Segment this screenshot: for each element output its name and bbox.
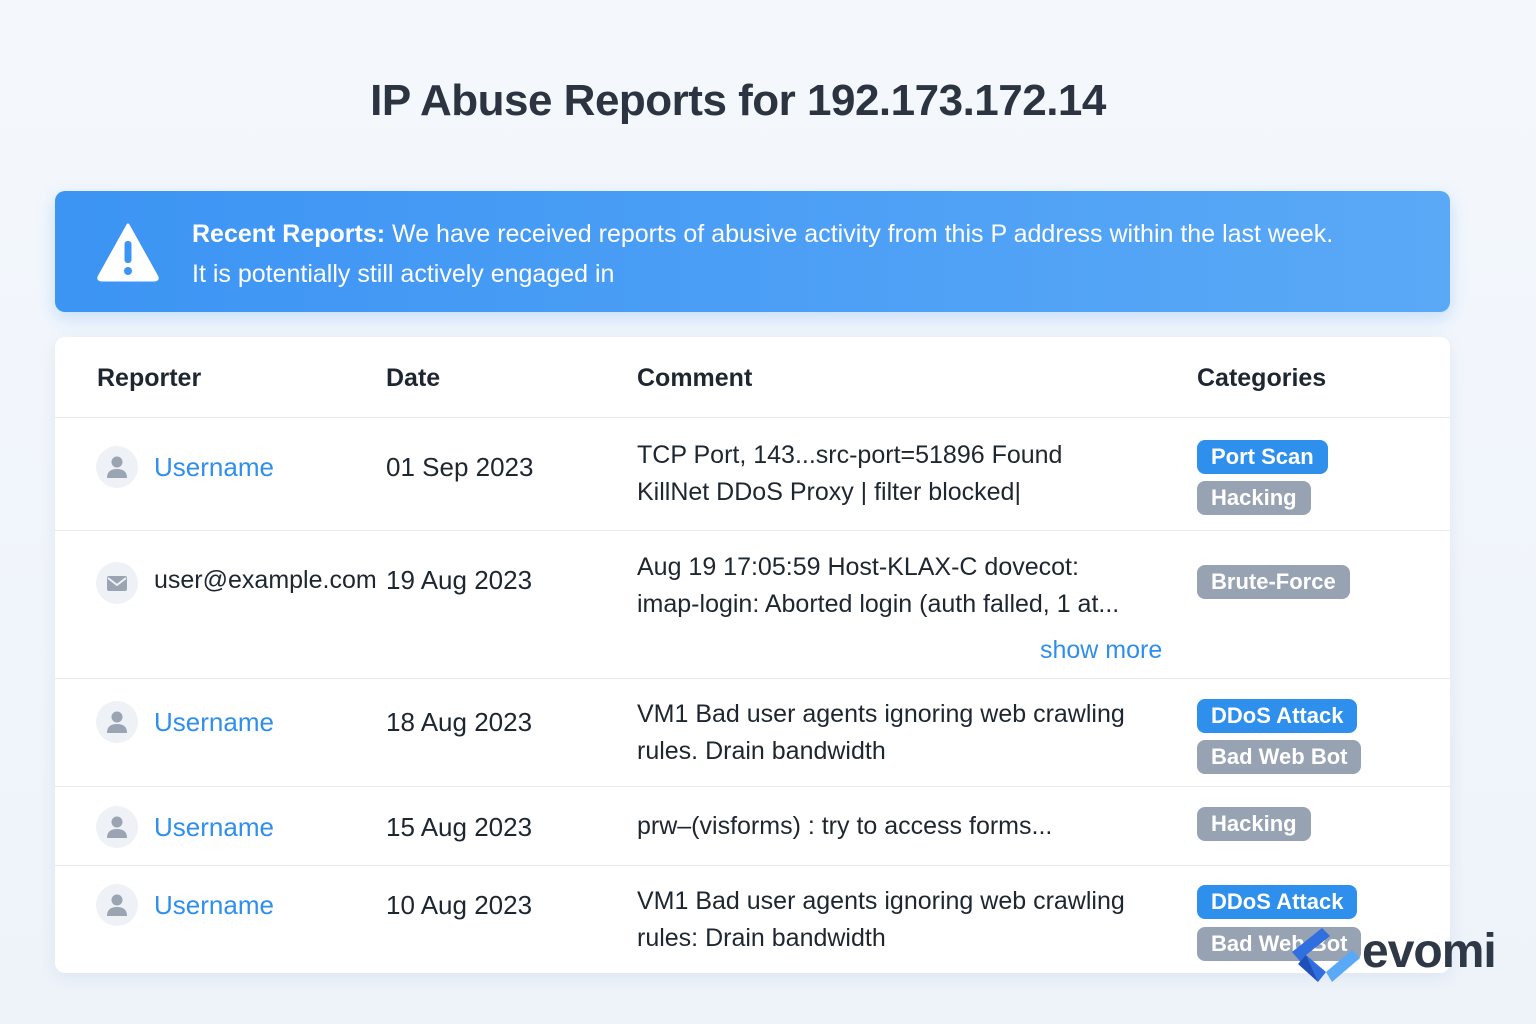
alert-message-line1: We have received reports of abusive acti… xyxy=(392,220,1334,248)
mail-icon xyxy=(96,562,138,604)
comment-line: rules. Drain bandwidth xyxy=(637,737,886,765)
header-comment: Comment xyxy=(637,364,753,392)
report-comment: VM1 Bad user agents ignoring web crawlin… xyxy=(637,883,1177,957)
evomi-brand: evomi xyxy=(1286,922,1516,988)
row-divider xyxy=(55,530,1450,531)
report-date: 19 Aug 2023 xyxy=(386,565,533,595)
evomi-logo-icon xyxy=(1292,928,1360,982)
comment-line: TCP Port, 143...src-port=51896 Found xyxy=(637,441,1063,469)
user-icon xyxy=(96,446,138,488)
header-reporter: Reporter xyxy=(97,364,202,392)
category-badge[interactable]: DDoS Attack xyxy=(1197,699,1358,733)
report-comment: Aug 19 17:05:59 Host-KLAX-C dovecot: ima… xyxy=(637,549,1177,623)
warning-triangle-icon xyxy=(96,221,160,283)
row-divider xyxy=(55,678,1450,679)
report-comment: VM1 Bad user agents ignoring web crawlin… xyxy=(637,696,1177,770)
report-date: 01 Sep 2023 xyxy=(386,452,534,482)
reports-table xyxy=(55,337,1450,973)
user-icon xyxy=(96,884,138,926)
header-date: Date xyxy=(386,364,441,392)
report-comment: prw–(visforms) : try to access forms... xyxy=(637,808,1177,845)
reporter-email: user@example.com xyxy=(154,566,377,594)
category-badge[interactable]: DDoS Attack xyxy=(1197,885,1358,919)
comment-line: VM1 Bad user agents ignoring web crawlin… xyxy=(637,700,1125,728)
category-badge[interactable]: Port Scan xyxy=(1197,440,1328,474)
comment-line: imap-login: Aborted login (auth falled, … xyxy=(637,590,1120,618)
reporter-link[interactable]: Username xyxy=(154,707,274,738)
alert-message: Recent Reports: We have received reports… xyxy=(192,214,1422,294)
report-comment: TCP Port, 143...src-port=51896 Found Kil… xyxy=(637,437,1177,511)
brand-name: evomi xyxy=(1362,925,1497,978)
alert-message-line2: It is potentially still actively engaged… xyxy=(192,260,615,288)
user-icon xyxy=(96,806,138,848)
report-date: 15 Aug 2023 xyxy=(386,812,533,842)
user-icon xyxy=(96,701,138,743)
comment-line: Aug 19 17:05:59 Host-KLAX-C dovecot: xyxy=(637,553,1079,581)
comment-line: KillNet DDoS Proxy | filter blocked| xyxy=(637,478,1021,506)
report-date: 10 Aug 2023 xyxy=(386,890,533,920)
row-divider xyxy=(55,786,1450,787)
category-badge[interactable]: Hacking xyxy=(1197,481,1311,515)
row-divider xyxy=(55,417,1450,418)
row-divider xyxy=(55,865,1450,866)
comment-line: VM1 Bad user agents ignoring web crawlin… xyxy=(637,887,1125,915)
category-badge[interactable]: Bad Web Bot xyxy=(1197,740,1362,774)
header-categories: Categories xyxy=(1197,364,1327,392)
comment-line: prw–(visforms) : try to access forms... xyxy=(637,812,1053,840)
reporter-link[interactable]: Username xyxy=(154,812,274,843)
report-date: 18 Aug 2023 xyxy=(386,707,533,737)
category-badge[interactable]: Hacking xyxy=(1197,807,1311,841)
comment-line: rules: Drain bandwidth xyxy=(637,924,886,952)
reporter-link[interactable]: Username xyxy=(154,890,274,921)
show-more-link[interactable]: show more xyxy=(1040,636,1162,665)
page-title: IP Abuse Reports for 192.173.172.14 xyxy=(370,76,1106,125)
alert-bold-label: Recent Reports: xyxy=(192,220,386,248)
reporter-link[interactable]: Username xyxy=(154,452,274,483)
category-badge[interactable]: Brute-Force xyxy=(1197,565,1350,599)
